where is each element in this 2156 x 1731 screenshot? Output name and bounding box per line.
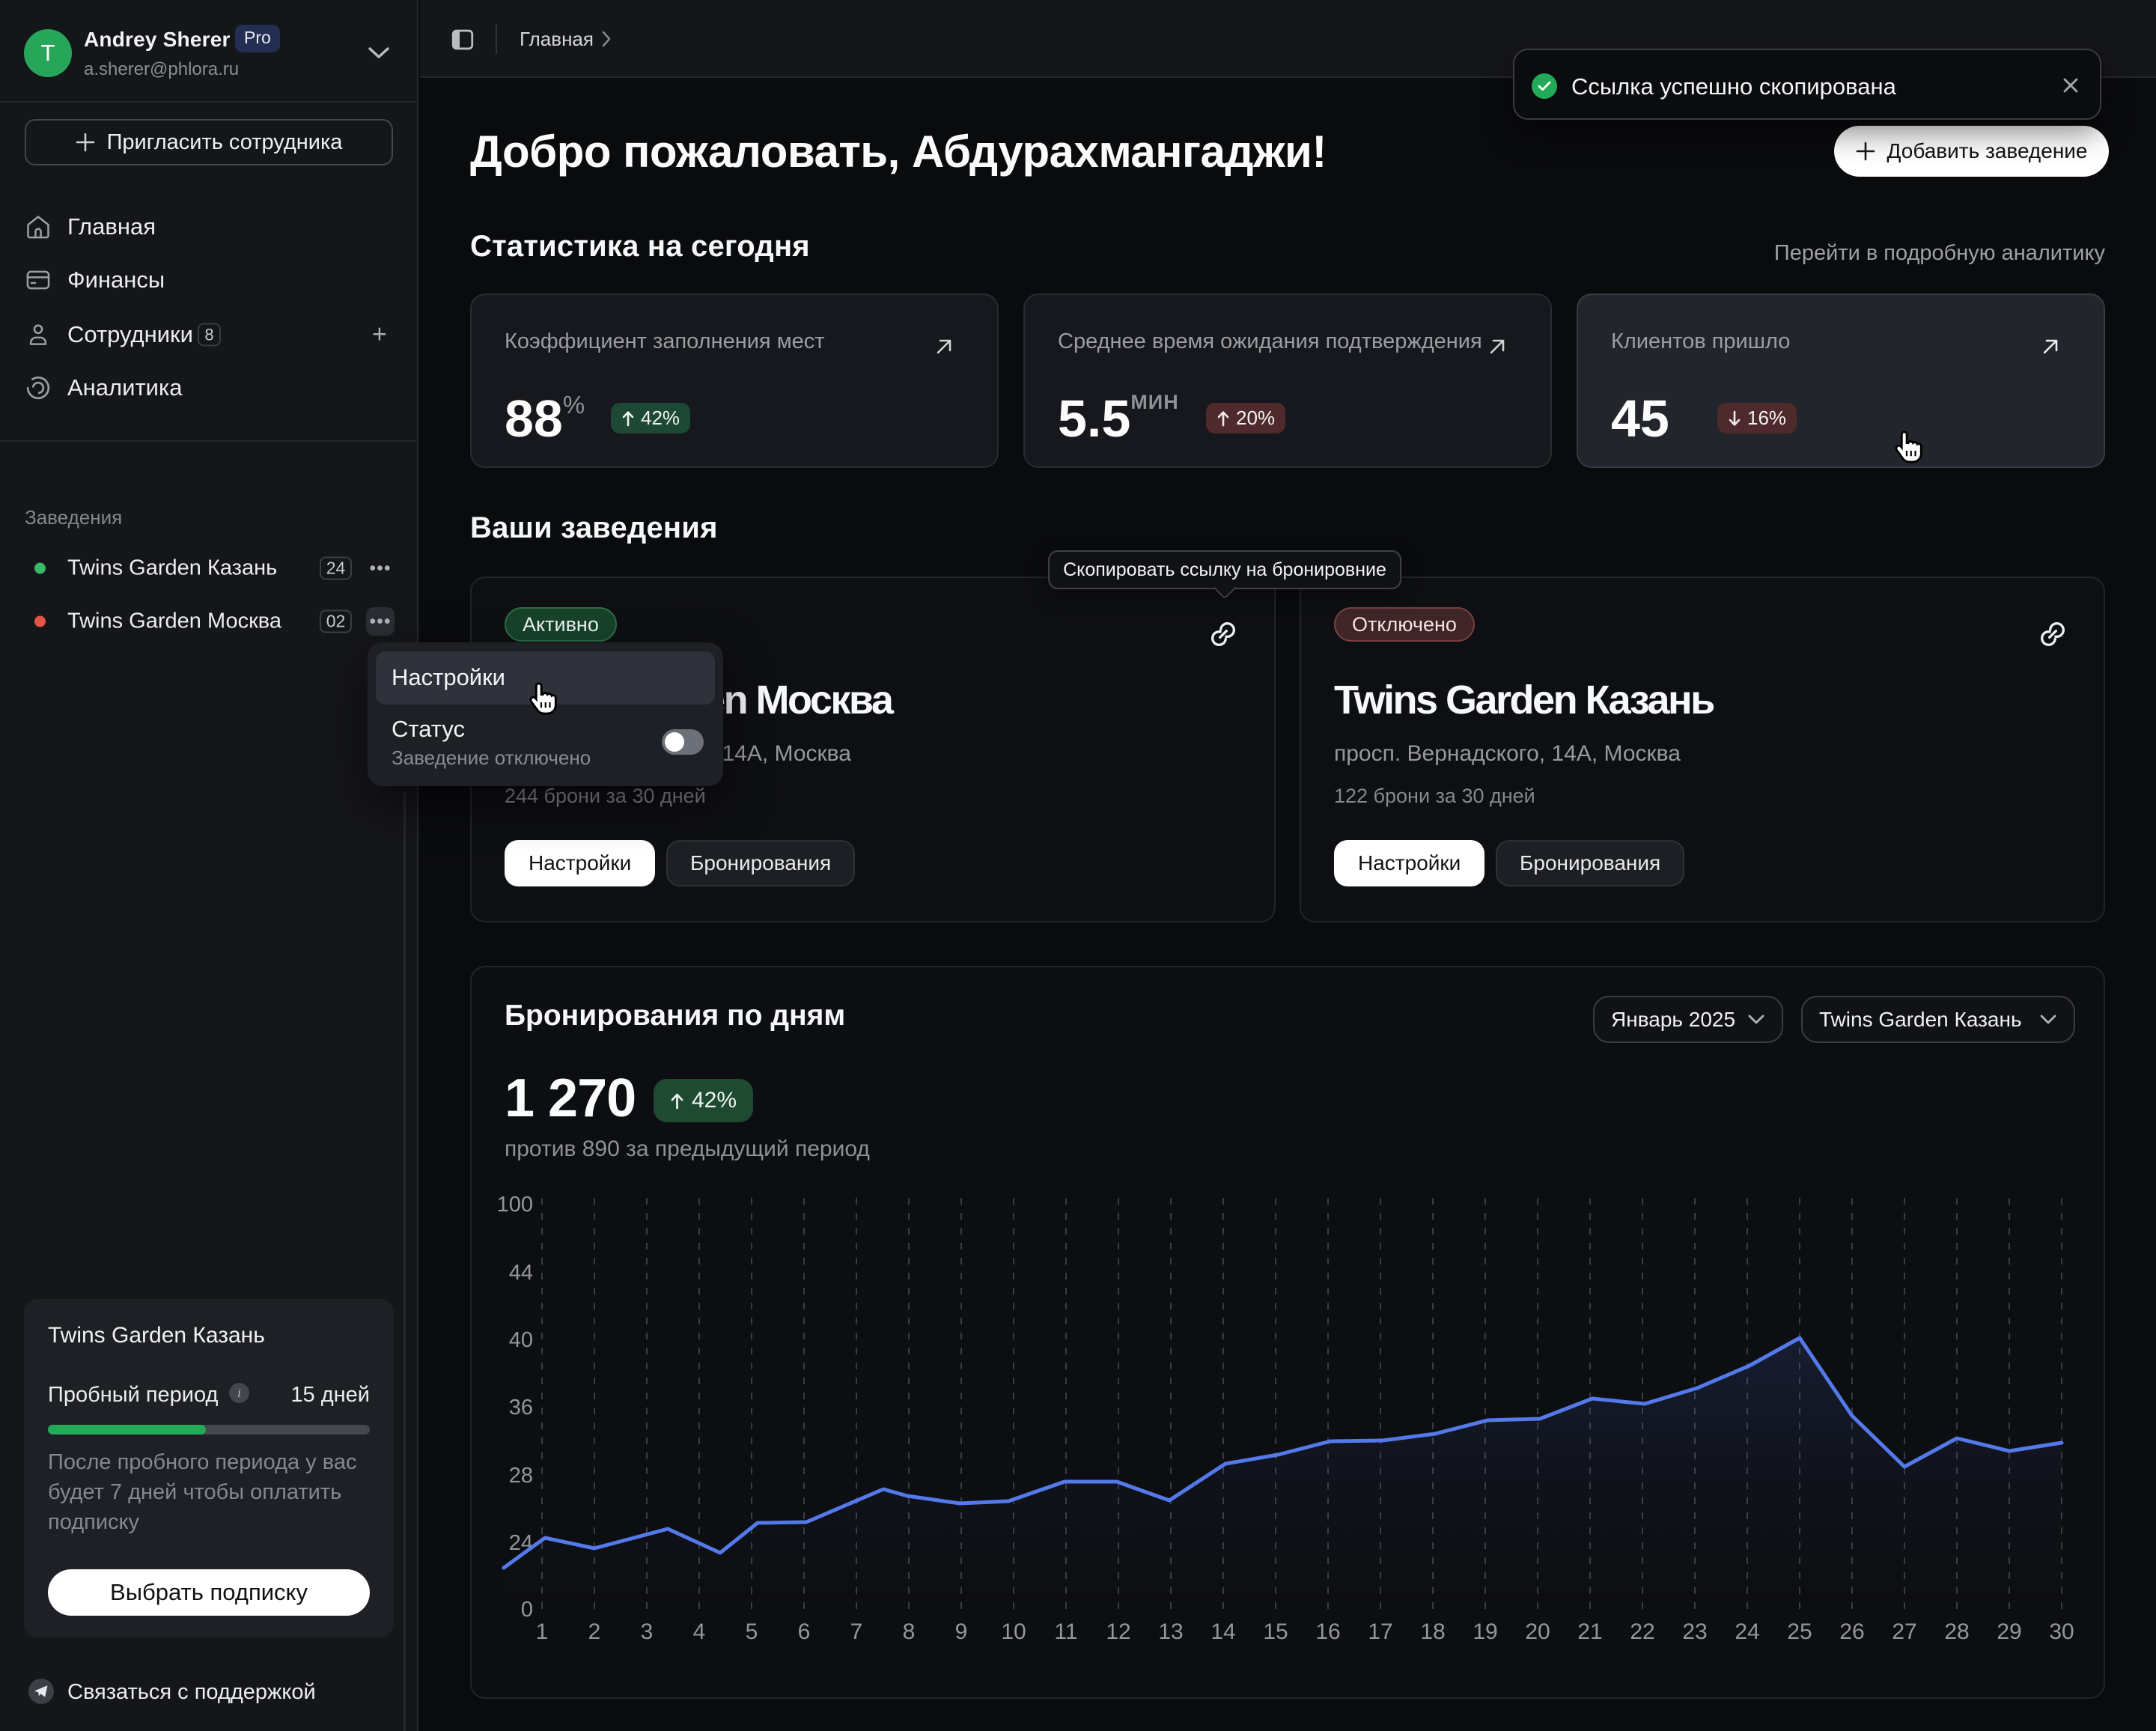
svg-text:2: 2 — [588, 1619, 601, 1644]
svg-text:19: 19 — [1473, 1619, 1497, 1644]
svg-text:11: 11 — [1054, 1619, 1077, 1644]
svg-text:29: 29 — [1997, 1619, 2021, 1644]
svg-text:24: 24 — [1735, 1619, 1759, 1644]
svg-text:5: 5 — [746, 1619, 758, 1644]
svg-text:4: 4 — [693, 1619, 706, 1644]
svg-text:28: 28 — [509, 1464, 533, 1488]
svg-text:40: 40 — [509, 1328, 533, 1352]
svg-text:20: 20 — [1525, 1619, 1550, 1644]
svg-text:15: 15 — [1263, 1619, 1288, 1644]
svg-text:28: 28 — [1944, 1619, 1969, 1644]
svg-text:9: 9 — [955, 1619, 968, 1644]
svg-text:10: 10 — [1001, 1619, 1026, 1644]
svg-text:21: 21 — [1577, 1619, 1602, 1644]
svg-text:25: 25 — [1787, 1619, 1812, 1644]
svg-text:44: 44 — [509, 1261, 533, 1285]
svg-text:100: 100 — [497, 1193, 533, 1217]
svg-text:27: 27 — [1892, 1619, 1916, 1644]
svg-text:14: 14 — [1211, 1619, 1235, 1644]
svg-text:12: 12 — [1106, 1619, 1130, 1644]
svg-text:1: 1 — [536, 1619, 549, 1644]
svg-text:22: 22 — [1630, 1619, 1654, 1644]
svg-text:23: 23 — [1682, 1619, 1707, 1644]
svg-text:18: 18 — [1420, 1619, 1445, 1644]
svg-text:13: 13 — [1158, 1619, 1183, 1644]
svg-text:6: 6 — [798, 1619, 811, 1644]
svg-text:16: 16 — [1315, 1619, 1340, 1644]
svg-text:8: 8 — [903, 1619, 916, 1644]
svg-text:7: 7 — [850, 1619, 863, 1644]
svg-text:17: 17 — [1368, 1619, 1392, 1644]
svg-text:36: 36 — [509, 1396, 533, 1420]
svg-text:26: 26 — [1839, 1619, 1864, 1644]
svg-text:30: 30 — [2049, 1619, 2074, 1644]
svg-text:3: 3 — [641, 1619, 654, 1644]
